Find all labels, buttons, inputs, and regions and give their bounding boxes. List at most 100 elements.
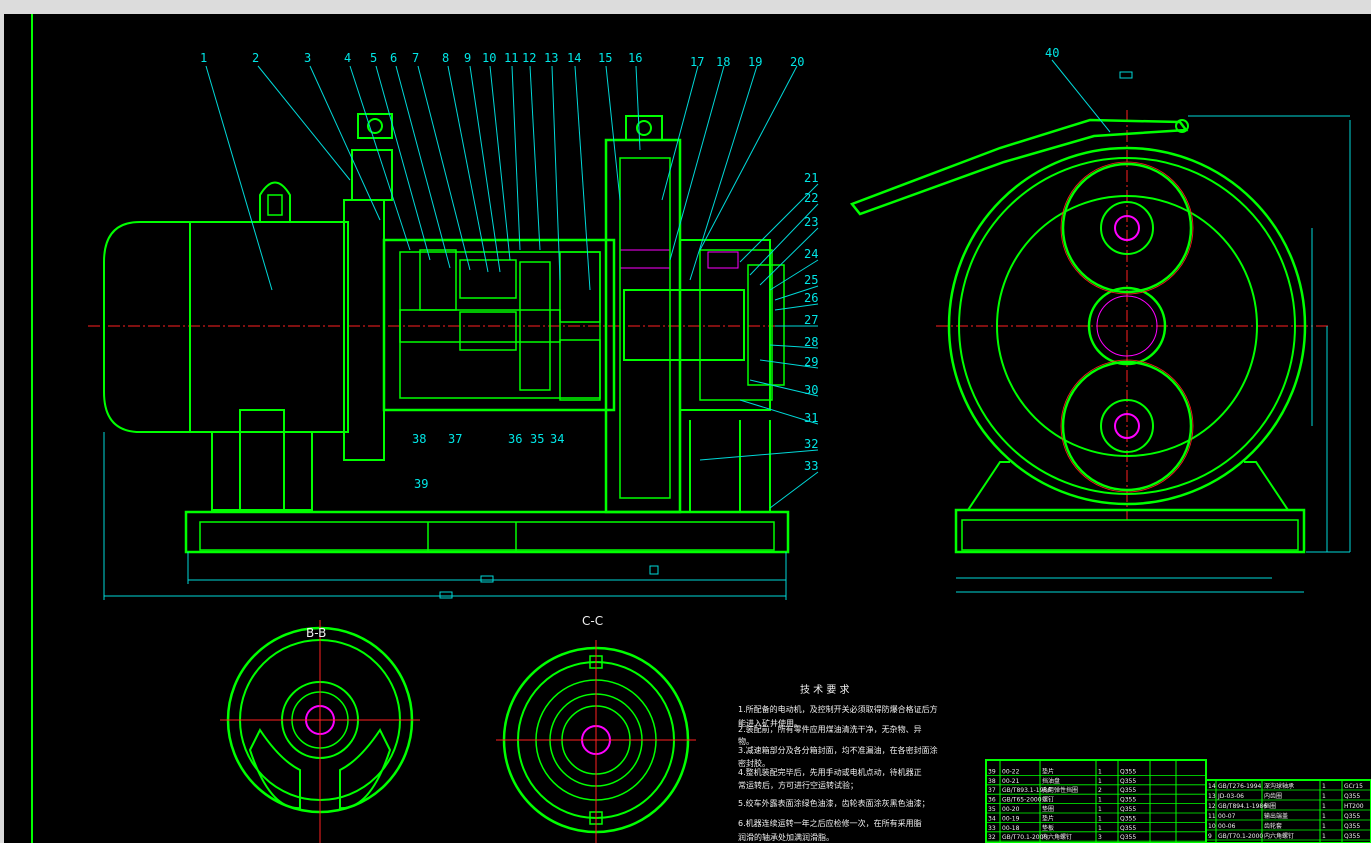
balloon-29: 29	[804, 355, 818, 369]
balloon-9: 9	[464, 51, 471, 65]
bom-right-cell: Q355	[1344, 793, 1360, 800]
tech-line-6: 密封胶。	[738, 758, 770, 768]
balloon-11: 11	[504, 51, 518, 65]
cad-drawing: 1 2 3 4 5 6 7 8 9 10 11 12 13 14 15 16 1…	[31, 14, 1371, 843]
balloon-2: 2	[252, 51, 259, 65]
balloon-5: 5	[370, 51, 377, 65]
bom-right-cell: 13	[1208, 793, 1216, 800]
section-b-b	[220, 620, 420, 843]
bom-left-cell: 36	[988, 797, 996, 804]
bom-left-cell: 34	[988, 815, 996, 822]
balloon-35: 35	[530, 432, 544, 446]
balloons-top: 1 2 3 4 5 6 7 8 9 10 11 12 13 14 15 16 1…	[200, 51, 804, 69]
tech-line-9: 5.绞车外露表面涂绿色油漆，齿轮表面涂灰黑色油漆；	[738, 798, 930, 808]
bom-left-cell: 00-18	[1002, 825, 1020, 832]
bom-right-cell: GB/T894.1-1986	[1218, 803, 1267, 810]
balloon-39: 39	[414, 477, 428, 491]
bom-left-cell: 37	[988, 787, 996, 794]
balloon-14: 14	[567, 51, 581, 65]
bom-right-cell: 12	[1208, 803, 1216, 810]
bom-left-cell: 3	[1098, 834, 1102, 841]
balloon-38: 38	[412, 432, 426, 446]
bom-left-cell: 33	[988, 825, 996, 832]
bom-left-cell: 00-21	[1002, 778, 1020, 785]
bom-left-cell: Q355	[1120, 768, 1136, 775]
bom-right-cell: 1	[1322, 803, 1326, 810]
bom-right-cell: 11	[1208, 813, 1216, 820]
balloon-22: 22	[804, 191, 818, 205]
bom-right-cell: 14	[1208, 783, 1216, 790]
bom-left-cell: Q355	[1120, 787, 1136, 794]
bom-left-cell: 1	[1098, 806, 1102, 813]
bom-left-cell: 垫片	[1042, 767, 1054, 775]
bom-right-cell: 1	[1322, 823, 1326, 830]
balloon-16: 16	[628, 51, 642, 65]
balloon-33: 33	[804, 459, 818, 473]
bom-left-cell: 00-22	[1002, 768, 1020, 775]
tech-line-10: 6.机器连续运转一年之后应检修一次，在所有采用脂	[738, 818, 922, 828]
balloon-31: 31	[804, 411, 818, 425]
bom-right-cell: 内齿圈	[1264, 792, 1282, 800]
bom-right-cell: 10	[1208, 823, 1216, 830]
bom-right-rows: 14 GB/T276-1994 深沟球轴承 1 GCr15 13 JD-03-06 内齿圈 1 Q…	[1206, 782, 1371, 841]
balloon-8: 8	[442, 51, 449, 65]
balloon-7: 7	[412, 51, 419, 65]
tech-line-7: 4.整机装配完毕后，先用手动或电机点动，待机器正	[738, 767, 922, 777]
bom-right-cell: 1	[1322, 833, 1326, 840]
bom-left-cell: 00-19	[1002, 815, 1020, 822]
bom-left-cell: GB/T70.1-2000	[1002, 834, 1047, 841]
balloon-30: 30	[804, 383, 818, 397]
bom-left-cell: 内六角螺钉	[1042, 833, 1072, 841]
bom-left-cell: 螺钉	[1042, 796, 1054, 804]
balloon-20: 20	[790, 55, 804, 69]
tech-line-8: 常运转后，方可进行空运转试验；	[738, 780, 858, 790]
bom-left-cell: Q355	[1120, 778, 1136, 785]
bom-right-cell: 9	[1208, 833, 1212, 840]
bom-right-cell: 深沟球轴承	[1264, 782, 1294, 790]
balloon-19: 19	[748, 55, 762, 69]
balloon-32: 32	[804, 437, 818, 451]
bom-right-cell: Q355	[1344, 833, 1360, 840]
tech-line-5: 3.减速箱部分及各分箱封面，均不准漏油，在各密封面涂	[738, 745, 938, 755]
balloon-34: 34	[550, 432, 564, 446]
bom-left-cell: 垫圈	[1042, 805, 1054, 813]
bom-left-cell: 1	[1098, 768, 1102, 775]
bom-right-cell: 1	[1322, 783, 1326, 790]
bom-right-cell: 齿轮套	[1264, 822, 1282, 830]
bom-right-cell: GCr15	[1344, 783, 1363, 790]
bom-right-cell: GB/T276-1994	[1218, 783, 1262, 790]
bom-right-cell: GB/T70.1-2000	[1218, 833, 1263, 840]
bom-right-cell: 1	[1322, 793, 1326, 800]
tech-line-11: 润滑的轴承处加满润滑脂。	[738, 832, 834, 842]
balloon-3: 3	[304, 51, 311, 65]
balloon-4: 4	[344, 51, 351, 65]
bom-left-cell: Q355	[1120, 797, 1136, 804]
bom-left-cell: 35	[988, 806, 996, 813]
balloons-right: 21 22 23 24 25 26 27 28 29 30 31 32 33	[804, 171, 818, 473]
section-c-label: C-C	[582, 614, 603, 628]
bom-right-cell: 1	[1322, 813, 1326, 820]
balloon-23: 23	[804, 215, 818, 229]
tech-line-3: 2.装配前，所有零件应用煤油清洗干净，无杂物、异	[738, 724, 922, 734]
balloon-6: 6	[390, 51, 397, 65]
balloon-17: 17	[690, 55, 704, 69]
bom-right-cell: 00-06	[1218, 823, 1236, 830]
bom-left-cell: 垫板	[1042, 824, 1054, 832]
bom-left-cell: 2	[1098, 787, 1102, 794]
balloon-18: 18	[716, 55, 730, 69]
technical-requirements: 技 术 要 求 1.所配备的电动机，及控制开关必须取得防爆合格证后方 能进入矿井…	[738, 683, 938, 842]
balloon-12: 12	[522, 51, 536, 65]
bom-left-cell: 垫片	[1042, 814, 1054, 822]
balloons-bottom: 38 37 36 35 34 39	[412, 432, 564, 491]
balloon-40: 40	[1045, 46, 1059, 60]
balloon-28: 28	[804, 335, 818, 349]
tech-line-4: 物。	[738, 736, 754, 746]
balloon-36: 36	[508, 432, 522, 446]
bom-right-cell: 输出端盖	[1264, 812, 1288, 820]
section-b-label: B-B	[306, 626, 326, 640]
bom-left-cell: Q355	[1120, 825, 1136, 832]
bom-right-cell: 00-07	[1218, 813, 1236, 820]
balloon-1: 1	[200, 51, 207, 65]
bom-left-cell: 孔用弹性挡圈	[1042, 786, 1078, 794]
bom-left-cell: Q355	[1120, 806, 1136, 813]
